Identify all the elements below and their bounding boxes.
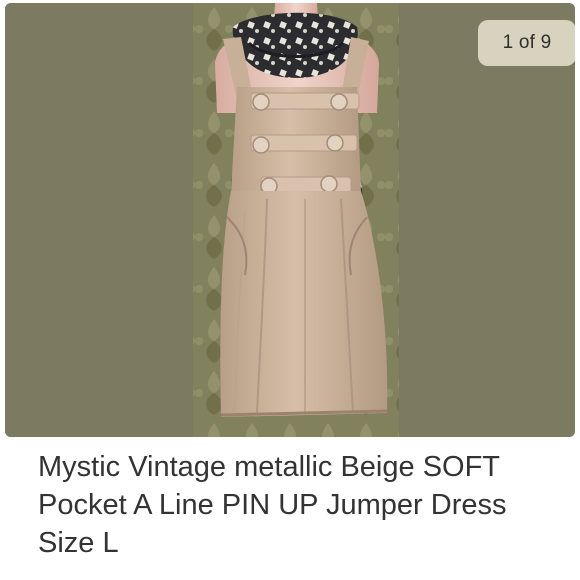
photo-carousel[interactable]: 1 of 9	[5, 3, 575, 437]
dress-photo-image	[5, 3, 575, 437]
listing-title-area: Mystic Vintage metallic Beige SOFT Pocke…	[38, 448, 558, 562]
photo-counter-badge: 1 of 9	[478, 20, 575, 66]
listing-view: 1 of 9 Mystic Vintage metallic Beige SOF…	[0, 0, 580, 580]
photo-counter-text: 1 of 9	[502, 32, 552, 53]
listing-title: Mystic Vintage metallic Beige SOFT Pocke…	[38, 451, 507, 559]
listing-photo[interactable]	[5, 3, 575, 437]
